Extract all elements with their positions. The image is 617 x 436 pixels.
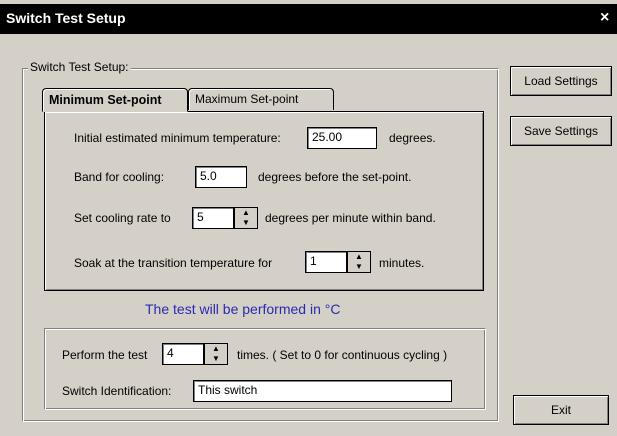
cycle-suffix: times. ( Set to 0 for continuous cycling… (237, 348, 448, 362)
tab-maximum-label: Maximum Set-point (195, 92, 299, 106)
soak-unit: minutes. (379, 256, 425, 270)
switch-id-field[interactable]: This switch (193, 380, 452, 402)
band-field[interactable]: 5.0 (195, 166, 247, 188)
tab-minimum-set-point[interactable]: Minimum Set-point (42, 88, 188, 112)
cycle-spinner[interactable]: ▲ ▼ (204, 343, 228, 365)
initial-temp-label: Initial estimated minimum temperature: (74, 131, 281, 145)
soak-field[interactable]: 1 (305, 251, 347, 273)
rate-spinner[interactable]: ▲ ▼ (234, 207, 258, 229)
soak-spinner[interactable]: ▲ ▼ (347, 251, 371, 273)
spin-up-icon[interactable]: ▲ (348, 252, 370, 262)
spin-up-icon[interactable]: ▲ (205, 344, 227, 354)
spin-down-icon[interactable]: ▼ (348, 262, 370, 272)
exit-button[interactable]: Exit (513, 395, 609, 425)
soak-label: Soak at the transition temperature for (74, 256, 273, 270)
spin-down-icon[interactable]: ▼ (205, 354, 227, 364)
spin-up-icon[interactable]: ▲ (235, 208, 257, 218)
save-settings-button[interactable]: Save Settings (510, 116, 612, 146)
cycle-field[interactable]: 4 (162, 343, 204, 365)
tab-maximum-set-point[interactable]: Maximum Set-point (188, 88, 334, 110)
cycle-label: Perform the test (62, 348, 148, 362)
group-legend: Switch Test Setup: (28, 60, 131, 74)
rate-field[interactable]: 5 (192, 207, 234, 229)
rate-unit: degrees per minute within band. (265, 211, 436, 225)
dialog-window: Switch Test Setup × Switch Test Setup: M… (0, 0, 617, 436)
band-label: Band for cooling: (74, 170, 165, 184)
load-settings-button[interactable]: Load Settings (510, 66, 612, 96)
tab-minimum-label: Minimum Set-point (49, 93, 162, 107)
close-icon[interactable]: × (600, 9, 609, 27)
window-title: Switch Test Setup (6, 10, 126, 26)
spin-down-icon[interactable]: ▼ (235, 218, 257, 228)
title-bar: Switch Test Setup × (0, 4, 617, 34)
initial-temp-field[interactable]: 25.00 (307, 127, 377, 149)
rate-label: Set cooling rate to (74, 211, 171, 225)
initial-temp-unit: degrees. (389, 131, 436, 145)
switch-id-label: Switch Identification: (62, 384, 172, 398)
band-unit: degrees before the set-point. (258, 170, 412, 184)
units-note: The test will be performed in °C (145, 301, 341, 317)
